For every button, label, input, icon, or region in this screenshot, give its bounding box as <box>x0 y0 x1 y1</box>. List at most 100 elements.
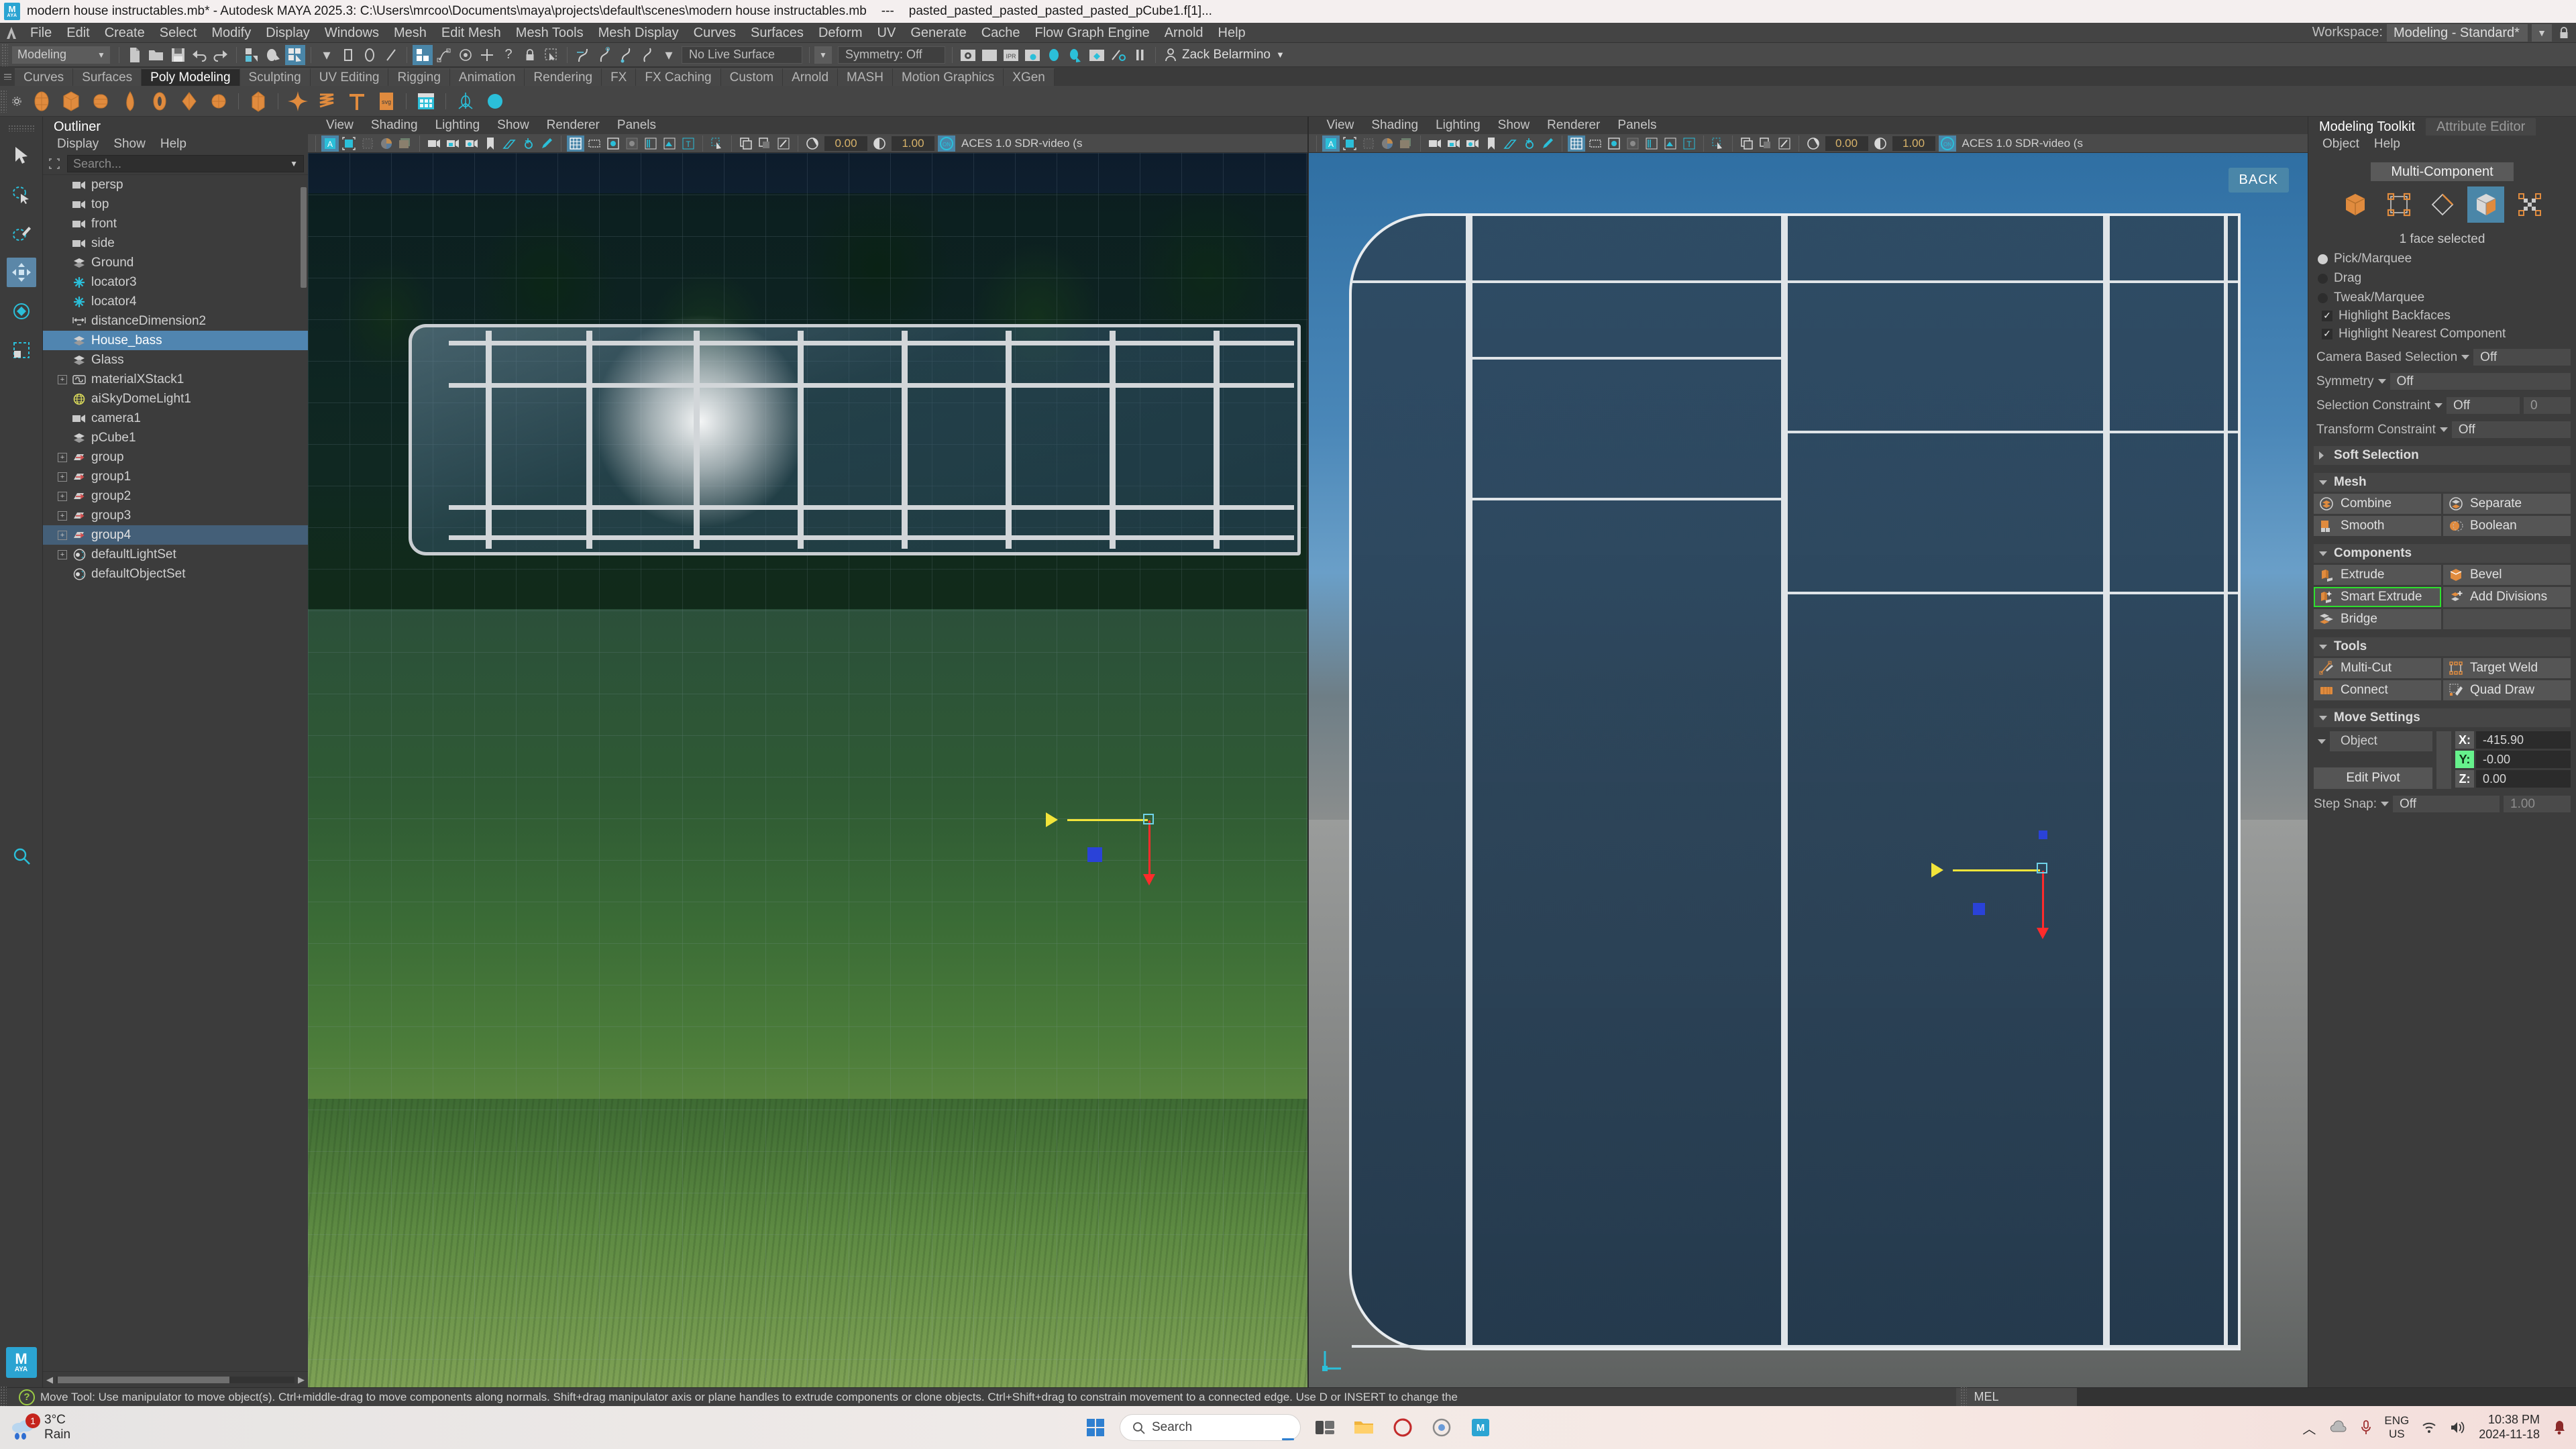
render-view-icon[interactable] <box>1065 45 1085 65</box>
menu-windows[interactable]: Windows <box>317 23 386 43</box>
exposure-icon-right[interactable] <box>1805 136 1822 152</box>
symmetry-value[interactable]: Off <box>2390 373 2571 390</box>
camera-settings-gear-icon[interactable] <box>463 136 480 152</box>
camera-based-selection-chevron-down-icon[interactable] <box>2461 355 2470 360</box>
exposure-value-right[interactable]: 0.00 <box>1825 136 1868 151</box>
outliner-menu-display[interactable]: Display <box>50 137 106 152</box>
poly-helix-star-icon[interactable] <box>284 88 311 115</box>
move-axis-y-value[interactable]: -0.00 <box>2476 751 2571 768</box>
eyedropper-icon[interactable] <box>775 136 792 152</box>
volume-icon[interactable] <box>2449 1420 2467 1435</box>
expand-plus-icon[interactable]: + <box>58 452 67 462</box>
grid-snap-view-icon-right[interactable] <box>1501 136 1519 152</box>
menu-display[interactable]: Display <box>258 23 317 43</box>
select-camera-icon[interactable]: A <box>321 135 339 152</box>
color-space-label-right[interactable]: ACES 1.0 SDR-video (s <box>1957 137 2083 150</box>
outliner-vertical-scrollbar[interactable] <box>301 178 307 1354</box>
marquee-select-icon-right[interactable] <box>1709 136 1727 152</box>
outliner-item-group4[interactable]: + group4 <box>43 525 308 545</box>
menu-help[interactable]: Help <box>1211 23 1253 43</box>
viewport-left-canvas[interactable] <box>308 153 1307 1387</box>
task-view-icon[interactable] <box>1310 1413 1340 1442</box>
exposure-value[interactable]: 0.00 <box>824 136 867 151</box>
image-plane-icon-right[interactable] <box>1397 136 1415 152</box>
menu-flow-graph-engine[interactable]: Flow Graph Engine <box>1028 23 1157 43</box>
pan-zoom-icon[interactable] <box>519 136 537 152</box>
make-live-icon[interactable]: ? <box>498 45 519 65</box>
uv-mode-icon[interactable] <box>2511 186 2548 223</box>
target-weld-button[interactable]: Target Weld <box>2443 658 2571 678</box>
isolate-select-2-icon[interactable] <box>756 136 773 152</box>
browser-icon[interactable] <box>1282 1413 1417 1442</box>
house-glass-wall-model[interactable] <box>409 311 1301 555</box>
resolution-gate-icon[interactable] <box>359 136 376 152</box>
scroll-right-arrow-icon[interactable]: ▶ <box>294 1375 308 1385</box>
bevel-button[interactable]: Bevel <box>2443 565 2571 585</box>
select-faces-icon[interactable] <box>360 45 380 65</box>
shelf-tab-fx[interactable]: FX <box>602 68 637 86</box>
menu-cache[interactable]: Cache <box>974 23 1028 43</box>
taskbar-clock[interactable]: 10:38 PM 2024-11-18 <box>2479 1413 2540 1442</box>
color-wheel-icon-right[interactable] <box>1379 136 1396 152</box>
section-move-settings[interactable]: Move Settings <box>2314 708 2571 727</box>
chevron-down-icon[interactable]: ▼ <box>2532 23 2552 42</box>
construction-history-icon[interactable] <box>594 45 614 65</box>
vpr-menu-show[interactable]: Show <box>1489 118 1539 133</box>
poly-cone-icon[interactable] <box>117 88 144 115</box>
lighting-shade-icon-right[interactable] <box>1662 136 1679 152</box>
combine-button[interactable]: Combine <box>2314 494 2441 514</box>
move-tool-icon[interactable] <box>6 258 36 287</box>
gate-mask-icon-right[interactable] <box>1341 136 1358 152</box>
render-sequence-icon[interactable] <box>979 45 1000 65</box>
menu-edit-mesh[interactable]: Edit Mesh <box>434 23 508 43</box>
gamma-value[interactable]: 1.00 <box>892 136 934 151</box>
poly-torus-icon[interactable] <box>146 88 173 115</box>
workspace-select[interactable]: Modeling - Standard* <box>2387 23 2528 42</box>
edit-pivot-button[interactable]: Edit Pivot <box>2314 767 2432 789</box>
flat-shade-icon-right[interactable] <box>1605 136 1623 152</box>
shelf-tab-arnold[interactable]: Arnold <box>783 68 839 86</box>
outliner-item-defaultlightset[interactable]: + defaultLightSet <box>43 545 308 564</box>
object-mode-icon[interactable] <box>2337 186 2373 223</box>
section-components[interactable]: Components <box>2314 544 2571 563</box>
tab-attribute-editor[interactable]: Attribute Editor <box>2426 118 2536 136</box>
vpr-menu-panels[interactable]: Panels <box>1609 118 1665 133</box>
symmetry-chevron-down-icon[interactable]: ▼ <box>814 46 832 64</box>
snap-view-plane-icon[interactable] <box>477 45 497 65</box>
symmetry-field[interactable]: Symmetry: Off <box>838 46 945 64</box>
poly-text-icon[interactable] <box>343 88 370 115</box>
selection-constraint-chevron-down-icon[interactable] <box>2434 403 2443 408</box>
menu-surfaces[interactable]: Surfaces <box>743 23 811 43</box>
symmetry-chevron-down-icon-mtk[interactable] <box>2377 379 2386 384</box>
tab-modeling-toolkit[interactable]: Modeling Toolkit <box>2308 118 2426 136</box>
command-line-grip[interactable] <box>1960 1385 1968 1409</box>
texture-text-icon-right[interactable]: T <box>1680 136 1698 152</box>
outliner-item-persp[interactable]: persp <box>43 175 308 195</box>
vpl-menu-panels[interactable]: Panels <box>608 118 665 133</box>
outliner-item-aiskydomelight1[interactable]: aiSkyDomeLight1 <box>43 389 308 409</box>
textured-shade-icon[interactable] <box>623 136 641 152</box>
undo-icon[interactable] <box>189 45 209 65</box>
vpl-menu-show[interactable]: Show <box>488 118 538 133</box>
mtk-menu-help[interactable]: Help <box>2367 137 2408 152</box>
taskbar-search-box[interactable]: Search <box>1120 1414 1301 1441</box>
move-space-chevron-down-icon[interactable] <box>2318 739 2326 744</box>
hypershade-icon[interactable] <box>1044 45 1064 65</box>
poly-cylinder-icon[interactable] <box>87 88 114 115</box>
move-manipulator-right[interactable] <box>1926 824 2087 958</box>
chrome-icon[interactable] <box>1427 1413 1456 1442</box>
poly-prism-icon[interactable] <box>245 88 272 115</box>
shelf-tab-animation[interactable]: Animation <box>449 68 525 86</box>
move-axis-z-value[interactable]: 0.00 <box>2476 770 2571 788</box>
mtk-menu-object[interactable]: Object <box>2315 137 2367 152</box>
radio-tweak-marquee[interactable]: Tweak/Marquee <box>2318 290 2571 305</box>
move-settings-handle[interactable] <box>2436 731 2451 789</box>
color-wheel-icon[interactable] <box>378 136 395 152</box>
move-axis-y-label[interactable]: Y: <box>2455 751 2474 768</box>
quad-draw-button[interactable]: Quad Draw <box>2443 680 2571 700</box>
isolate-select-icon[interactable] <box>737 136 755 152</box>
outliner-item-front[interactable]: front <box>43 214 308 233</box>
frame-selection-icon[interactable] <box>46 156 63 172</box>
shelf-tab-sculpting[interactable]: Sculpting <box>239 68 311 86</box>
search-tool-icon[interactable] <box>7 841 36 871</box>
